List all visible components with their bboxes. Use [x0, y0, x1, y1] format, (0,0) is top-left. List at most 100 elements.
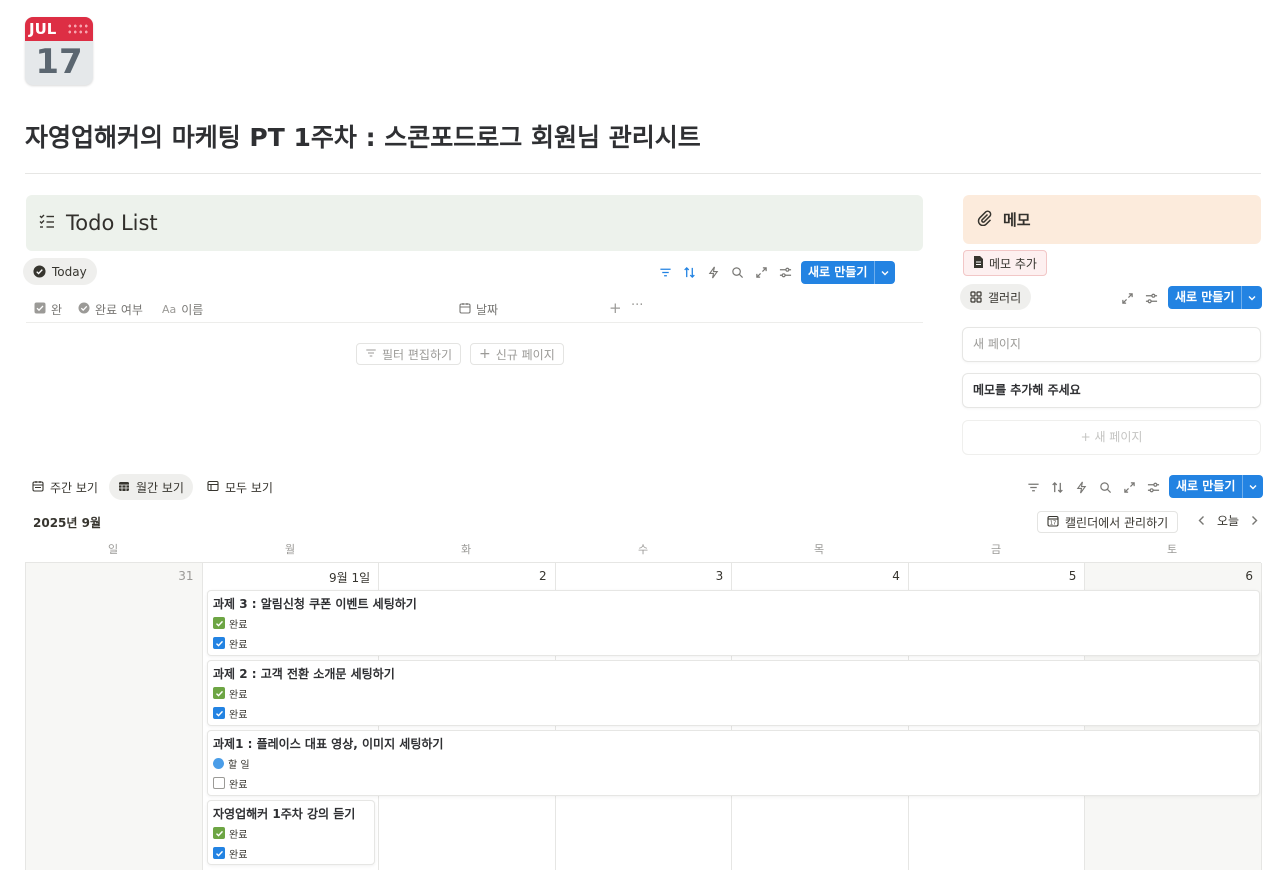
- tab-all[interactable]: 모두 보기: [198, 474, 282, 500]
- column-name[interactable]: Aa 이름: [162, 301, 203, 318]
- chevron-left-icon[interactable]: [1192, 515, 1211, 526]
- lightning-icon[interactable]: [706, 265, 720, 279]
- day-number: 5: [1068, 569, 1077, 583]
- check-circle-icon: [33, 265, 46, 278]
- paperclip-icon: [977, 209, 993, 230]
- weekday-label: 목: [813, 543, 825, 556]
- checkmark-icon: [213, 687, 225, 699]
- gallery-add-page[interactable]: + 새 페이지: [962, 420, 1261, 455]
- checkbox-checked-icon: [213, 847, 225, 859]
- memo-toolbar: [1120, 291, 1158, 305]
- tab-weekly-label: 주간 보기: [50, 480, 98, 495]
- calendar-small-icon: [459, 302, 471, 317]
- event-checkbox[interactable]: 완료: [213, 773, 1254, 793]
- todo-new-button[interactable]: 새로 만들기: [801, 261, 896, 284]
- tab-monthly[interactable]: 월간 보기: [109, 474, 193, 500]
- today-button[interactable]: 오늘: [1211, 512, 1245, 529]
- event-checkbox-label: 완료: [229, 639, 248, 651]
- day-number: 3: [715, 569, 724, 583]
- new-page-button[interactable]: + 신규 페이지: [470, 343, 564, 365]
- event-checkbox[interactable]: 완료: [213, 703, 1254, 723]
- memo-add-tag[interactable]: 메모 추가: [963, 250, 1047, 276]
- event-status-label: 완료: [229, 619, 248, 631]
- todo-toolbar: [658, 265, 792, 279]
- column-date[interactable]: 날짜: [459, 301, 498, 318]
- expand-icon[interactable]: [1122, 480, 1136, 494]
- sort-icon[interactable]: [682, 265, 696, 279]
- calendar-event[interactable]: 과제 3 : 알림신청 쿠폰 이벤트 세팅하기 완료 완료: [207, 590, 1260, 656]
- todo-table-header: 완 완료 여부 Aa 이름 날짜 + ···: [26, 296, 923, 323]
- search-icon[interactable]: [1098, 480, 1112, 494]
- checklist-icon: [38, 212, 56, 234]
- tab-weekly[interactable]: 주간 보기: [23, 474, 107, 500]
- day-number: 31: [178, 569, 194, 583]
- calendar-event[interactable]: 자영업해커 1주차 강의 듣기 완료 완료: [207, 800, 375, 865]
- settings-sliders-icon[interactable]: [778, 265, 792, 279]
- calendar-icon[interactable]: JUL 17: [25, 17, 93, 85]
- chevron-down-icon[interactable]: [874, 261, 895, 284]
- weekday-label: 토: [1166, 543, 1178, 556]
- gallery-card[interactable]: 메모를 추가해 주세요: [962, 373, 1261, 408]
- search-icon[interactable]: [730, 265, 744, 279]
- event-checkbox-label: 완료: [229, 849, 248, 861]
- event-status-label: 완료: [229, 829, 248, 841]
- view-tab-today[interactable]: Today: [23, 258, 97, 285]
- sort-icon[interactable]: [1050, 480, 1064, 494]
- event-status: 완료: [213, 613, 1254, 633]
- chevron-down-icon[interactable]: [1242, 475, 1263, 498]
- plus-icon: +: [479, 346, 491, 362]
- calendar-event[interactable]: 과제 2 : 고객 전환 소개문 세팅하기 완료 완료: [207, 660, 1260, 726]
- column-status[interactable]: 완료 여부: [78, 301, 143, 318]
- tab-monthly-label: 월간 보기: [136, 480, 184, 495]
- calendar-toolbar: [1026, 480, 1160, 494]
- icon-month: JUL: [29, 20, 57, 38]
- calendar-day[interactable]: 31: [26, 563, 203, 870]
- calendar-nav: 오늘: [1192, 512, 1264, 529]
- event-checkbox[interactable]: 완료: [213, 633, 1254, 653]
- lightning-icon[interactable]: [1074, 480, 1088, 494]
- view-tab-label: Today: [52, 264, 87, 279]
- column-done[interactable]: 완: [34, 301, 62, 318]
- svg-text:17: 17: [1050, 520, 1056, 526]
- filter-icon[interactable]: [1026, 480, 1040, 494]
- settings-sliders-icon[interactable]: [1144, 291, 1158, 305]
- filter-icon: [365, 347, 377, 362]
- checkbox-empty-icon: [213, 777, 225, 789]
- month-label: 2025년 9월: [33, 516, 102, 530]
- calendar-event[interactable]: 과제1 : 플레이스 대표 영상, 이미지 세팅하기 할 일 완료: [207, 730, 1260, 796]
- icon-day: 17: [35, 42, 83, 82]
- weekday-label: 일: [107, 543, 119, 556]
- add-column-icon[interactable]: +: [609, 299, 622, 317]
- column-done-label: 완: [51, 303, 63, 317]
- more-icon[interactable]: ···: [631, 298, 643, 313]
- event-status: 완료: [213, 683, 1254, 703]
- memo-callout-title: 메모: [1003, 211, 1031, 229]
- new-button-label: 새로 만들기: [808, 265, 868, 279]
- gallery-card[interactable]: 새 페이지: [962, 327, 1261, 362]
- new-page-label: 신규 페이지: [495, 347, 555, 362]
- calendar-new-button[interactable]: 새로 만들기: [1169, 475, 1264, 498]
- plus-icon: +: [1080, 430, 1095, 444]
- memo-callout: 메모: [963, 195, 1261, 244]
- day-number: 2: [539, 569, 547, 583]
- view-tab-gallery[interactable]: 갤러리: [960, 284, 1032, 310]
- chevron-down-icon[interactable]: [1241, 286, 1262, 309]
- memo-new-button[interactable]: 새로 만들기: [1168, 286, 1263, 309]
- event-title: 과제1 : 플레이스 대표 영상, 이미지 세팅하기: [213, 737, 444, 751]
- event-status: 할 일: [213, 753, 1254, 773]
- settings-sliders-icon[interactable]: [1146, 480, 1160, 494]
- event-checkbox-label: 완료: [229, 779, 248, 791]
- todo-callout-title: Todo List: [66, 211, 158, 235]
- manage-in-calendar-button[interactable]: 17 캘린더에서 관리하기: [1037, 511, 1179, 533]
- event-checkbox[interactable]: 완료: [213, 843, 369, 863]
- chevron-right-icon[interactable]: [1245, 515, 1264, 526]
- event-checkbox-label: 완료: [229, 709, 248, 721]
- new-button-label: 새로 만들기: [1176, 479, 1236, 493]
- expand-icon[interactable]: [754, 265, 768, 279]
- day-number: 6: [1245, 569, 1253, 583]
- day-number: 9월 1일: [328, 571, 371, 585]
- expand-icon[interactable]: [1120, 291, 1134, 305]
- event-title: 과제 3 : 알림신청 쿠폰 이벤트 세팅하기: [213, 597, 417, 611]
- edit-filter-button[interactable]: 필터 편집하기: [356, 343, 462, 365]
- filter-icon[interactable]: [658, 265, 672, 279]
